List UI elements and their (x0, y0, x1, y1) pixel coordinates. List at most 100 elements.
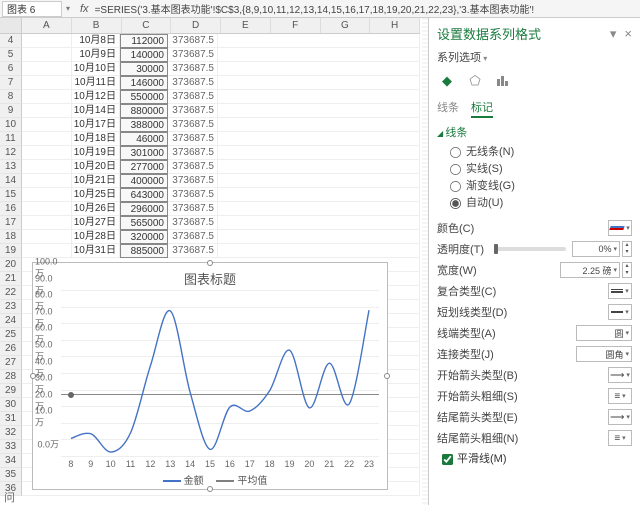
begin-arrow-type-picker[interactable]: ⟶ (608, 367, 632, 383)
cell[interactable]: 373687.5 (168, 132, 218, 146)
cell[interactable] (218, 230, 420, 244)
column-header[interactable]: E (221, 18, 271, 33)
cell[interactable]: 885000 (120, 244, 168, 258)
cell[interactable]: 373687.5 (168, 48, 218, 62)
cell[interactable]: 373687.5 (168, 244, 218, 258)
cell[interactable]: 10月17日 (72, 118, 120, 132)
cell[interactable]: 10月26日 (72, 202, 120, 216)
row-header[interactable]: 9 (0, 104, 22, 118)
select-all-corner[interactable] (0, 18, 22, 34)
row-header[interactable]: 35 (0, 468, 22, 482)
column-header[interactable]: F (271, 18, 321, 33)
row-header[interactable]: 16 (0, 202, 22, 216)
cell[interactable] (218, 90, 420, 104)
cell[interactable]: 400000 (120, 174, 168, 188)
dash-type-picker[interactable] (608, 304, 632, 320)
row-header[interactable]: 24 (0, 314, 22, 328)
cell[interactable] (22, 230, 72, 244)
cell[interactable]: 373687.5 (168, 174, 218, 188)
row-header[interactable]: 34 (0, 454, 22, 468)
row-header[interactable]: 27 (0, 356, 22, 370)
row-header[interactable]: 20 (0, 258, 22, 272)
cell[interactable]: 301000 (120, 146, 168, 160)
row-header[interactable]: 12 (0, 146, 22, 160)
series-options-dropdown[interactable]: 系列选项 (437, 49, 632, 65)
cell[interactable] (218, 244, 420, 258)
row-header[interactable]: 23 (0, 300, 22, 314)
cell[interactable]: 373687.5 (168, 34, 218, 48)
row-header[interactable]: 7 (0, 76, 22, 90)
cell[interactable]: 320000 (120, 230, 168, 244)
end-arrow-type-picker[interactable]: ⟶ (608, 409, 632, 425)
end-arrow-size-picker[interactable]: ≡ (608, 430, 632, 446)
cell[interactable]: 30000 (120, 62, 168, 76)
row-header[interactable]: 6 (0, 62, 22, 76)
row-header[interactable]: 33 (0, 440, 22, 454)
width-value[interactable]: 2.25 磅 (560, 262, 620, 278)
column-header[interactable]: A (22, 18, 72, 33)
cell[interactable] (218, 48, 420, 62)
cell[interactable]: 146000 (120, 76, 168, 90)
cell[interactable] (22, 202, 72, 216)
radio-solid-line[interactable]: 实线(S) (449, 161, 632, 178)
cell[interactable] (218, 132, 420, 146)
name-box-dropdown[interactable]: ▾ (62, 4, 74, 13)
series-options-tab-icon[interactable] (493, 71, 513, 91)
cell[interactable]: 10月25日 (72, 188, 120, 202)
cell[interactable]: 10月8日 (72, 34, 120, 48)
chart-resize-handle[interactable] (384, 373, 390, 379)
cell[interactable] (218, 174, 420, 188)
cell[interactable] (218, 118, 420, 132)
join-type-select[interactable]: 圆角 (576, 346, 632, 362)
cap-type-select[interactable]: 圆 (576, 325, 632, 341)
column-header[interactable]: C (122, 18, 172, 33)
cell[interactable] (218, 160, 420, 174)
cell[interactable]: 643000 (120, 188, 168, 202)
row-header[interactable]: 21 (0, 272, 22, 286)
compound-type-picker[interactable] (608, 283, 632, 299)
tab-line[interactable]: 线条 (437, 99, 459, 118)
column-headers[interactable]: ABCDEFGH (22, 18, 420, 34)
cell[interactable]: 373687.5 (168, 160, 218, 174)
cell[interactable]: 10月27日 (72, 216, 120, 230)
chart-legend[interactable]: 金额 平均值 (33, 472, 387, 487)
cell[interactable]: 10月10日 (72, 62, 120, 76)
embedded-chart[interactable]: 图表标题 0.0万10.0万20.0万30.0万40.0万50.0万60.0万7… (32, 262, 388, 490)
cell[interactable]: 388000 (120, 118, 168, 132)
cell[interactable]: 373687.5 (168, 146, 218, 160)
fill-line-tab-icon[interactable]: ◆ (437, 71, 457, 91)
series-line[interactable] (61, 291, 379, 457)
row-header[interactable]: 4 (0, 34, 22, 48)
cell[interactable]: 277000 (120, 160, 168, 174)
cell[interactable] (218, 76, 420, 90)
cell[interactable]: 10月12日 (72, 90, 120, 104)
cell[interactable]: 140000 (120, 48, 168, 62)
cell[interactable]: 373687.5 (168, 188, 218, 202)
row-header[interactable]: 8 (0, 90, 22, 104)
formula-bar[interactable]: =SERIES('3.基本图表功能'!$C$3,{8,9,10,11,12,13… (95, 1, 640, 16)
cell[interactable] (22, 90, 72, 104)
row-header[interactable]: 18 (0, 230, 22, 244)
cell[interactable] (22, 48, 72, 62)
cell[interactable]: 373687.5 (168, 230, 218, 244)
cell[interactable] (218, 202, 420, 216)
row-header[interactable]: 26 (0, 342, 22, 356)
row-header[interactable]: 11 (0, 132, 22, 146)
cell[interactable] (218, 34, 420, 48)
cell[interactable] (218, 62, 420, 76)
cell[interactable] (22, 76, 72, 90)
cell[interactable]: 112000 (120, 34, 168, 48)
chart-title[interactable]: 图表标题 (33, 269, 387, 288)
transparency-value[interactable]: 0% (572, 241, 620, 257)
cell[interactable] (218, 146, 420, 160)
name-box[interactable]: 图表 6 (2, 1, 62, 17)
cell[interactable] (218, 188, 420, 202)
chart-plot-area[interactable]: 0.0万10.0万20.0万30.0万40.0万50.0万60.0万70.0万8… (61, 291, 379, 457)
row-header[interactable]: 28 (0, 370, 22, 384)
begin-arrow-size-picker[interactable]: ≡ (608, 388, 632, 404)
cell[interactable]: 373687.5 (168, 76, 218, 90)
row-header[interactable]: 32 (0, 426, 22, 440)
cell[interactable]: 565000 (120, 216, 168, 230)
column-header[interactable]: H (370, 18, 420, 33)
cell[interactable]: 296000 (120, 202, 168, 216)
